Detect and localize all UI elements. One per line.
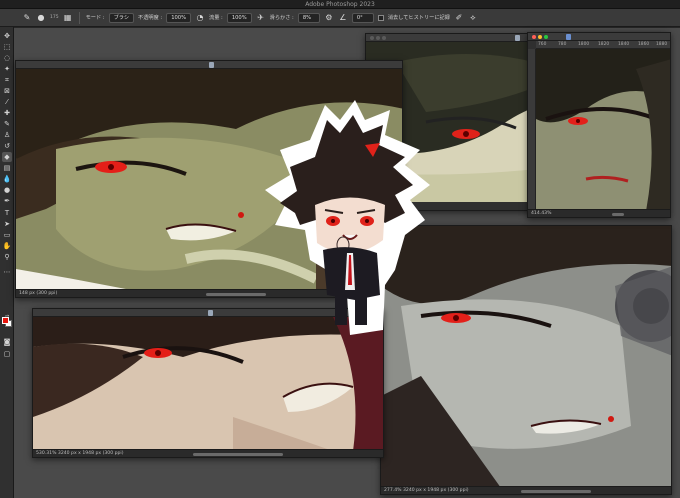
erase-history-label: 消去してヒストリーに記録	[387, 15, 450, 21]
ruler-tick-label: 780	[558, 42, 567, 47]
pressure-opacity-icon[interactable]: ◔	[195, 13, 205, 23]
crop-tool-icon[interactable]: ⌗	[2, 75, 12, 85]
screen-mode-icon[interactable]: ▢	[2, 349, 12, 359]
foreground-color-swatch[interactable]	[2, 317, 9, 324]
smoothing-options-gear-icon[interactable]: ⚙	[324, 13, 334, 23]
horizontal-scrollbar[interactable]	[193, 453, 283, 456]
eraser-tool-icon[interactable]: ◆	[2, 152, 12, 162]
eyedropper-tool-icon[interactable]: ⁄	[2, 97, 12, 107]
minimize-window-button[interactable]	[538, 35, 542, 39]
opacity-field[interactable]: 100%	[166, 12, 192, 23]
app-titlebar: Adobe Photoshop 2023	[0, 0, 680, 9]
ruler-tick-label: 1800	[578, 42, 590, 47]
history-brush-tool-icon[interactable]: ↺	[2, 141, 12, 151]
photoshop-app: Adobe Photoshop 2023 ✎ ● 175 ▦ モード : ブラシ…	[0, 0, 680, 498]
options-bar: ✎ ● 175 ▦ モード : ブラシ 不透明度 : 100% ◔ 流量 : 1…	[0, 9, 680, 27]
quick-mask-icon[interactable]: ◙	[2, 337, 12, 347]
type-tool-icon[interactable]: T	[2, 208, 12, 218]
ruler-tick-label: 1880	[656, 42, 668, 47]
gradient-tool-icon[interactable]: ▤	[2, 163, 12, 173]
pressure-size-icon[interactable]: ✐	[454, 13, 464, 23]
document-status-bar: 414.43%	[528, 209, 670, 217]
document-icon	[209, 62, 214, 68]
blur-tool-icon[interactable]: 💧	[2, 174, 12, 184]
zoom-tool-icon[interactable]: ⚲	[2, 252, 12, 262]
angle-field[interactable]: 0°	[351, 12, 374, 23]
brush-size-value: 175	[50, 15, 59, 20]
stamp-tool-icon[interactable]: ♙	[2, 130, 12, 140]
zoom-window-button[interactable]	[544, 35, 548, 39]
document-icon	[208, 310, 213, 316]
opacity-label: 不透明度 :	[138, 15, 163, 21]
window-controls[interactable]	[370, 36, 386, 40]
flow-field[interactable]: 100%	[226, 12, 252, 23]
document-titlebar[interactable]	[528, 33, 670, 41]
ruler-tick-label: 1840	[618, 42, 630, 47]
tools-panel: ✥ ⬚ ◌ ✦ ⌗ ⊠ ⁄ ✚ ✎ ♙ ↺ ◆ ▤ 💧 ● ✒ T ➤ ▭ ✋ …	[0, 27, 14, 498]
ruler-tick-label: 760	[538, 42, 547, 47]
shape-tool-icon[interactable]: ▭	[2, 230, 12, 240]
marquee-tool-icon[interactable]: ⬚	[2, 42, 12, 52]
mode-select[interactable]: ブラシ	[108, 12, 135, 23]
document-icon	[515, 35, 520, 41]
brush-settings-icon[interactable]: ▦	[63, 13, 73, 23]
pen-tool-icon[interactable]: ✒	[2, 196, 12, 206]
horizontal-ruler[interactable]: 760 780 1800 1820 1840 1860 1880	[536, 41, 670, 49]
flow-label: 流量 :	[209, 15, 223, 21]
lasso-tool-icon[interactable]: ◌	[2, 53, 12, 63]
horizontal-scrollbar[interactable]	[612, 213, 624, 216]
symmetry-icon[interactable]: ⟡	[468, 13, 478, 23]
horizontal-scrollbar[interactable]	[521, 490, 591, 493]
hand-tool-icon[interactable]: ✋	[2, 241, 12, 251]
airbrush-icon[interactable]: ✈	[256, 13, 266, 23]
document-canvas[interactable]	[536, 49, 670, 209]
move-tool-icon[interactable]: ✥	[2, 31, 12, 41]
chibi-character-sticker	[265, 100, 430, 335]
vertical-ruler[interactable]	[528, 49, 536, 209]
window-title: Adobe Photoshop 2023	[305, 1, 375, 8]
dodge-tool-icon[interactable]: ●	[2, 185, 12, 195]
magic-wand-tool-icon[interactable]: ✦	[2, 64, 12, 74]
window-controls[interactable]	[532, 35, 548, 39]
smoothing-label: 滑らかさ :	[269, 15, 294, 21]
smoothing-field[interactable]: 8%	[297, 12, 320, 23]
eraser-preset-icon[interactable]: ✎	[22, 13, 32, 23]
erase-history-checkbox[interactable]	[377, 14, 384, 21]
document-window-small-zoom[interactable]: 760 780 1800 1820 1840 1860 1880 414.43%	[527, 32, 671, 218]
mode-label: モード :	[85, 15, 105, 21]
ruler-tick-label: 1860	[638, 42, 650, 47]
brush-tool-icon[interactable]: ✎	[2, 119, 12, 129]
brush-preset-icon[interactable]: ●	[36, 13, 46, 23]
document-icon	[566, 34, 571, 40]
document-titlebar[interactable]	[16, 61, 402, 69]
more-tools-icon[interactable]: ⋯	[2, 267, 12, 277]
artwork-closeup-zoom	[536, 49, 670, 209]
ruler-tick-label: 1820	[598, 42, 610, 47]
healing-tool-icon[interactable]: ✚	[2, 108, 12, 118]
options-divider	[78, 11, 80, 24]
close-window-button[interactable]	[532, 35, 536, 39]
frame-tool-icon[interactable]: ⊠	[2, 86, 12, 96]
path-select-tool-icon[interactable]: ➤	[2, 219, 12, 229]
angle-icon: ∠	[339, 13, 347, 22]
